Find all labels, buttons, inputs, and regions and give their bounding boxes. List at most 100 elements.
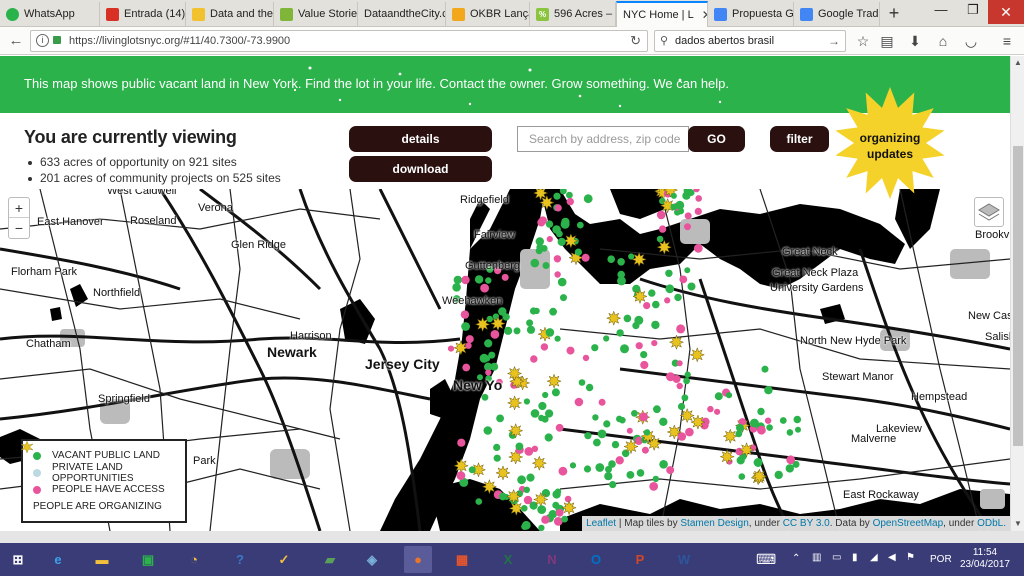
new-tab-button[interactable]: + [884, 3, 904, 24]
vacant-lot-marker[interactable] [475, 498, 483, 505]
zoom-in-button[interactable]: + [9, 198, 29, 218]
filter-button[interactable]: filter [770, 126, 829, 152]
vacant-lot-marker[interactable] [554, 335, 561, 342]
osm-link[interactable]: OpenStreetMap [873, 518, 944, 529]
organizing-marker[interactable] [506, 395, 523, 411]
vacant-lot-marker[interactable] [684, 371, 691, 378]
home-icon[interactable]: ⌂ [934, 32, 952, 50]
back-arrow-icon[interactable]: ← [6, 31, 26, 51]
tab-okbr[interactable]: OKBR Lançar [446, 2, 530, 26]
vacant-lot-marker[interactable] [545, 220, 554, 228]
close-window-button[interactable]: ✕ [988, 0, 1024, 24]
organizing-marker[interactable] [561, 499, 577, 516]
tab-gmail[interactable]: Entrada (14) [100, 2, 186, 26]
organizing-marker[interactable] [507, 422, 524, 439]
access-marker[interactable] [626, 427, 633, 434]
vacant-lot-marker[interactable] [665, 269, 673, 277]
vacant-lot-marker[interactable] [538, 401, 547, 411]
vacant-lot-marker[interactable] [513, 327, 521, 335]
vacant-lot-marker[interactable] [757, 407, 765, 416]
access-marker[interactable] [574, 397, 584, 407]
access-marker[interactable] [541, 515, 550, 524]
vacant-lot-marker[interactable] [553, 192, 561, 200]
flag-icon[interactable]: ⚑ [906, 552, 915, 563]
zoom-out-button[interactable]: − [9, 218, 29, 238]
info-icon[interactable]: i [36, 34, 49, 47]
access-marker[interactable] [666, 466, 675, 475]
vacant-lot-marker[interactable] [603, 335, 610, 342]
keyboard-icon[interactable]: ⌨ [756, 551, 776, 568]
vacant-lot-marker[interactable] [681, 394, 689, 402]
access-marker[interactable] [540, 343, 549, 351]
downloads-icon[interactable]: ⬇ [906, 32, 924, 50]
taskbar-start-icon[interactable]: ⊞ [4, 546, 32, 573]
access-marker[interactable] [656, 210, 666, 220]
wifi-signal-icon[interactable]: ◢ [870, 552, 878, 563]
vacant-lot-marker[interactable] [566, 191, 573, 199]
vacant-lot-marker[interactable] [643, 429, 651, 436]
vacant-lot-marker[interactable] [786, 429, 794, 436]
vacant-lot-marker[interactable] [617, 270, 625, 279]
address-bar[interactable]: i https://livinglotsnyc.org/#11/40.7300/… [30, 30, 648, 52]
vacant-lot-marker[interactable] [545, 328, 555, 337]
vacant-lot-marker[interactable] [574, 248, 583, 256]
access-marker[interactable] [764, 417, 772, 424]
access-marker[interactable] [639, 412, 648, 422]
vacant-lot-marker[interactable] [542, 262, 550, 269]
vacant-lot-marker[interactable] [653, 405, 661, 414]
access-marker[interactable] [676, 324, 686, 334]
vacant-lot-marker[interactable] [552, 225, 561, 234]
vacant-lot-marker[interactable] [490, 362, 499, 371]
vacant-lot-marker[interactable] [468, 466, 476, 474]
access-marker[interactable] [566, 197, 574, 206]
vacant-lot-marker[interactable] [483, 426, 493, 435]
organizing-marker[interactable] [719, 448, 735, 465]
vacant-lot-marker[interactable] [452, 283, 461, 292]
vacant-lot-marker[interactable] [461, 322, 470, 331]
access-marker[interactable] [658, 225, 667, 233]
vacant-lot-marker[interactable] [578, 379, 586, 386]
access-marker[interactable] [695, 195, 702, 202]
access-marker[interactable] [457, 438, 466, 447]
vacant-lot-marker[interactable] [640, 351, 648, 359]
vacant-lot-marker[interactable] [486, 315, 493, 323]
vacant-lot-marker[interactable] [521, 520, 531, 530]
vacant-lot-marker[interactable] [597, 429, 607, 439]
vacant-lot-marker[interactable] [576, 221, 584, 229]
access-marker[interactable] [615, 456, 624, 465]
layers-button[interactable] [974, 197, 1004, 227]
vacant-lot-marker[interactable] [560, 294, 567, 302]
access-marker[interactable] [456, 471, 466, 480]
organizing-marker[interactable] [453, 340, 469, 356]
taskbar-word-icon[interactable]: W [670, 546, 698, 573]
vacant-lot-marker[interactable] [628, 253, 635, 260]
access-marker[interactable] [530, 355, 538, 363]
taskbar-onenote-icon[interactable]: N [538, 546, 566, 573]
page-scrollbar[interactable]: ▲ ▼ [1010, 56, 1024, 531]
access-marker[interactable] [546, 236, 553, 243]
tab-propuesta[interactable]: Propuesta G [708, 2, 794, 26]
tab-value-stories[interactable]: Value Stories [274, 2, 358, 26]
vacant-lot-marker[interactable] [648, 289, 656, 297]
stamen-link[interactable]: Stamen Design [680, 518, 748, 529]
access-marker[interactable] [566, 346, 575, 355]
vacant-lot-marker[interactable] [592, 414, 599, 421]
organizing-marker[interactable] [738, 442, 755, 458]
access-marker[interactable] [643, 302, 651, 310]
access-marker[interactable] [553, 255, 562, 263]
access-marker[interactable] [757, 425, 766, 435]
vacant-lot-marker[interactable] [481, 393, 489, 401]
go-button[interactable]: GO [688, 126, 745, 152]
access-marker[interactable] [693, 243, 703, 253]
vacant-lot-marker[interactable] [774, 470, 783, 480]
access-marker[interactable] [490, 330, 500, 339]
tab-dataandthecity[interactable]: DataandtheCity.c [358, 2, 446, 26]
vacant-lot-marker[interactable] [493, 443, 501, 451]
vacant-lot-marker[interactable] [793, 415, 802, 424]
access-marker[interactable] [485, 369, 492, 376]
vacant-land-map[interactable]: West Caldwell Verona Ridgefield East Han… [0, 189, 1010, 531]
vacant-lot-marker[interactable] [557, 277, 567, 287]
vacant-lot-marker[interactable] [687, 282, 696, 291]
vacant-lot-marker[interactable] [517, 475, 526, 485]
taskbar-clock-app-icon[interactable]: ◔ [180, 546, 208, 573]
